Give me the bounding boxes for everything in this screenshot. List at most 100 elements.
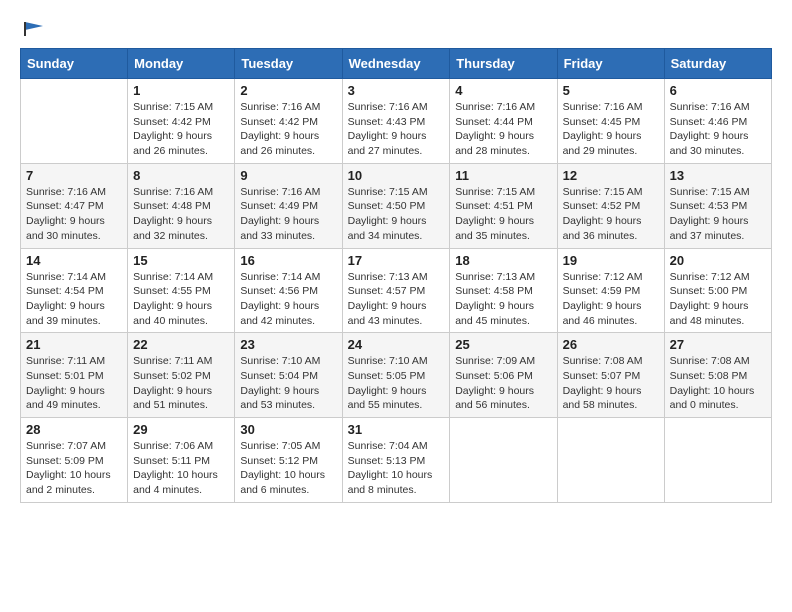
day-number: 18 — [455, 253, 551, 268]
day-detail: Sunrise: 7:13 AMSunset: 4:58 PMDaylight:… — [455, 270, 551, 329]
calendar-cell: 15 Sunrise: 7:14 AMSunset: 4:55 PMDayligh… — [128, 248, 235, 333]
calendar-cell: 16Sunrise: 7:14 AMSunset: 4:56 PMDayligh… — [235, 248, 342, 333]
calendar-cell: 18 Sunrise: 7:13 AMSunset: 4:58 PMDayligh… — [450, 248, 557, 333]
calendar-cell: 26 Sunrise: 7:08 AMSunset: 5:07 PMDayligh… — [557, 333, 664, 418]
calendar-cell: 12Sunrise: 7:15 AMSunset: 4:52 PMDayligh… — [557, 163, 664, 248]
day-detail: Sunrise: 7:10 AMSunset: 5:04 PMDaylight:… — [240, 354, 336, 413]
day-detail: Sunrise: 7:05 AMSunset: 5:12 PMDaylight:… — [240, 439, 336, 498]
calendar-cell: 19 Sunrise: 7:12 AMSunset: 4:59 PMDayligh… — [557, 248, 664, 333]
day-number: 11 — [455, 168, 551, 183]
day-number: 26 — [563, 337, 659, 352]
day-number: 6 — [670, 83, 766, 98]
day-detail: Sunrise: 7:15 AMSunset: 4:51 PMDaylight:… — [455, 185, 551, 244]
day-detail: Sunrise: 7:12 AMSunset: 5:00 PMDaylight:… — [670, 270, 766, 329]
day-number: 30 — [240, 422, 336, 437]
weekday-header-sunday: Sunday — [21, 49, 128, 79]
day-number: 3 — [348, 83, 445, 98]
day-detail: Sunrise: 7:15 AMSunset: 4:52 PMDaylight:… — [563, 185, 659, 244]
calendar-cell: 22Sunrise: 7:11 AMSunset: 5:02 PMDayligh… — [128, 333, 235, 418]
weekday-header-friday: Friday — [557, 49, 664, 79]
calendar-cell: 24 Sunrise: 7:10 AMSunset: 5:05 PMDayligh… — [342, 333, 450, 418]
calendar-cell: 30 Sunrise: 7:05 AMSunset: 5:12 PMDayligh… — [235, 418, 342, 503]
day-detail: Sunrise: 7:08 AMSunset: 5:08 PMDaylight:… — [670, 354, 766, 413]
calendar-cell: 28Sunrise: 7:07 AMSunset: 5:09 PMDayligh… — [21, 418, 128, 503]
calendar-cell: 23 Sunrise: 7:10 AMSunset: 5:04 PMDayligh… — [235, 333, 342, 418]
day-detail: Sunrise: 7:16 AMSunset: 4:46 PMDaylight:… — [670, 100, 766, 159]
day-number: 4 — [455, 83, 551, 98]
day-detail: Sunrise: 7:10 AMSunset: 5:05 PMDaylight:… — [348, 354, 445, 413]
day-number: 15 — [133, 253, 229, 268]
weekday-header-monday: Monday — [128, 49, 235, 79]
day-detail: Sunrise: 7:16 AMSunset: 4:43 PMDaylight:… — [348, 100, 445, 159]
day-detail: Sunrise: 7:16 AMSunset: 4:49 PMDaylight:… — [240, 185, 336, 244]
weekday-header-tuesday: Tuesday — [235, 49, 342, 79]
day-number: 31 — [348, 422, 445, 437]
day-number: 9 — [240, 168, 336, 183]
day-number: 27 — [670, 337, 766, 352]
day-detail: Sunrise: 7:11 AMSunset: 5:01 PMDaylight:… — [26, 354, 122, 413]
day-number: 17 — [348, 253, 445, 268]
calendar-cell: 5 Sunrise: 7:16 AMSunset: 4:45 PMDaylight… — [557, 79, 664, 164]
calendar-week-row: 14 Sunrise: 7:14 AMSunset: 4:54 PMDayligh… — [21, 248, 772, 333]
day-detail: Sunrise: 7:14 AMSunset: 4:55 PMDaylight:… — [133, 270, 229, 329]
calendar-cell: 31 Sunrise: 7:04 AMSunset: 5:13 PMDayligh… — [342, 418, 450, 503]
calendar-cell: 13Sunrise: 7:15 AMSunset: 4:53 PMDayligh… — [664, 163, 771, 248]
day-number: 19 — [563, 253, 659, 268]
day-detail: Sunrise: 7:16 AMSunset: 4:42 PMDaylight:… — [240, 100, 336, 159]
calendar-cell: 3 Sunrise: 7:16 AMSunset: 4:43 PMDaylight… — [342, 79, 450, 164]
day-number: 7 — [26, 168, 122, 183]
weekday-header-thursday: Thursday — [450, 49, 557, 79]
calendar-cell: 20 Sunrise: 7:12 AMSunset: 5:00 PMDayligh… — [664, 248, 771, 333]
logo-flag-icon — [23, 20, 45, 38]
calendar-week-row: 1Sunrise: 7:15 AMSunset: 4:42 PMDaylight… — [21, 79, 772, 164]
day-detail: Sunrise: 7:08 AMSunset: 5:07 PMDaylight:… — [563, 354, 659, 413]
header — [20, 20, 772, 32]
calendar-cell: 2 Sunrise: 7:16 AMSunset: 4:42 PMDaylight… — [235, 79, 342, 164]
calendar-cell — [450, 418, 557, 503]
calendar-cell: 11 Sunrise: 7:15 AMSunset: 4:51 PMDayligh… — [450, 163, 557, 248]
day-detail: Sunrise: 7:14 AMSunset: 4:56 PMDaylight:… — [240, 270, 336, 329]
day-number: 5 — [563, 83, 659, 98]
day-detail: Sunrise: 7:16 AMSunset: 4:47 PMDaylight:… — [26, 185, 122, 244]
day-number: 14 — [26, 253, 122, 268]
calendar-cell: 1Sunrise: 7:15 AMSunset: 4:42 PMDaylight… — [128, 79, 235, 164]
day-detail: Sunrise: 7:13 AMSunset: 4:57 PMDaylight:… — [348, 270, 445, 329]
day-detail: Sunrise: 7:14 AMSunset: 4:54 PMDaylight:… — [26, 270, 122, 329]
day-detail: Sunrise: 7:16 AMSunset: 4:44 PMDaylight:… — [455, 100, 551, 159]
calendar-cell: 21Sunrise: 7:11 AMSunset: 5:01 PMDayligh… — [21, 333, 128, 418]
calendar-cell: 4 Sunrise: 7:16 AMSunset: 4:44 PMDaylight… — [450, 79, 557, 164]
day-number: 2 — [240, 83, 336, 98]
calendar-week-row: 21Sunrise: 7:11 AMSunset: 5:01 PMDayligh… — [21, 333, 772, 418]
calendar-week-row: 28Sunrise: 7:07 AMSunset: 5:09 PMDayligh… — [21, 418, 772, 503]
weekday-header-wednesday: Wednesday — [342, 49, 450, 79]
logo — [20, 20, 45, 32]
day-detail: Sunrise: 7:15 AMSunset: 4:53 PMDaylight:… — [670, 185, 766, 244]
calendar-header-row: SundayMondayTuesdayWednesdayThursdayFrid… — [21, 49, 772, 79]
calendar-cell: 29Sunrise: 7:06 AMSunset: 5:11 PMDayligh… — [128, 418, 235, 503]
calendar-cell: 14 Sunrise: 7:14 AMSunset: 4:54 PMDayligh… — [21, 248, 128, 333]
day-number: 28 — [26, 422, 122, 437]
calendar-cell: 27 Sunrise: 7:08 AMSunset: 5:08 PMDayligh… — [664, 333, 771, 418]
day-number: 24 — [348, 337, 445, 352]
day-number: 22 — [133, 337, 229, 352]
calendar-cell — [664, 418, 771, 503]
day-number: 10 — [348, 168, 445, 183]
day-detail: Sunrise: 7:09 AMSunset: 5:06 PMDaylight:… — [455, 354, 551, 413]
calendar-cell: 10Sunrise: 7:15 AMSunset: 4:50 PMDayligh… — [342, 163, 450, 248]
calendar-cell: 8Sunrise: 7:16 AMSunset: 4:48 PMDaylight… — [128, 163, 235, 248]
calendar-cell: 17 Sunrise: 7:13 AMSunset: 4:57 PMDayligh… — [342, 248, 450, 333]
calendar-cell — [557, 418, 664, 503]
day-detail: Sunrise: 7:12 AMSunset: 4:59 PMDaylight:… — [563, 270, 659, 329]
calendar-cell: 25 Sunrise: 7:09 AMSunset: 5:06 PMDayligh… — [450, 333, 557, 418]
day-number: 25 — [455, 337, 551, 352]
calendar-table: SundayMondayTuesdayWednesdayThursdayFrid… — [20, 48, 772, 503]
day-number: 20 — [670, 253, 766, 268]
day-detail: Sunrise: 7:16 AMSunset: 4:45 PMDaylight:… — [563, 100, 659, 159]
calendar-week-row: 7 Sunrise: 7:16 AMSunset: 4:47 PMDaylight… — [21, 163, 772, 248]
calendar-cell — [21, 79, 128, 164]
day-number: 29 — [133, 422, 229, 437]
calendar-cell: 9 Sunrise: 7:16 AMSunset: 4:49 PMDaylight… — [235, 163, 342, 248]
day-number: 8 — [133, 168, 229, 183]
day-detail: Sunrise: 7:04 AMSunset: 5:13 PMDaylight:… — [348, 439, 445, 498]
day-number: 23 — [240, 337, 336, 352]
